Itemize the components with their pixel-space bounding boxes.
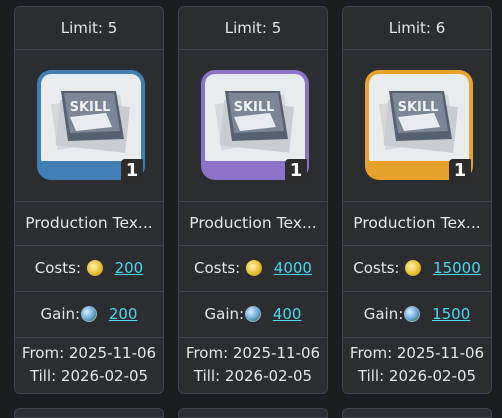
gain-link[interactable]: 200 xyxy=(109,305,138,323)
item-name: Production Tex... xyxy=(343,201,491,246)
from-date: From: 2025-11-06 xyxy=(185,344,321,362)
quantity-badge: 1 xyxy=(449,159,471,183)
offer-card[interactable]: Limit: 5 SKILL 1 Production Tex... Costs… xyxy=(14,6,164,394)
costs-label: Costs: xyxy=(194,259,241,277)
costs-row: Costs: 15000 xyxy=(343,245,491,292)
gain-label: Gain: xyxy=(40,305,81,323)
book-label: SKILL xyxy=(398,100,439,115)
dates: From: 2025-11-06 Till: 2026-02-05 xyxy=(15,337,163,393)
next-row-card-edge xyxy=(178,408,328,418)
quantity-badge: 1 xyxy=(285,159,307,183)
gain-row: Gain: 1500 xyxy=(343,291,491,338)
gold-coin-icon xyxy=(405,260,422,276)
gold-coin-icon xyxy=(86,260,103,276)
globe-icon xyxy=(81,306,98,322)
gain-link[interactable]: 400 xyxy=(273,305,302,323)
dates: From: 2025-11-06 Till: 2026-02-05 xyxy=(179,337,327,393)
item-image[interactable]: SKILL 1 xyxy=(343,49,491,202)
cost-link[interactable]: 200 xyxy=(115,259,144,277)
from-date: From: 2025-11-06 xyxy=(349,344,485,362)
costs-row: Costs: 4000 xyxy=(179,245,327,292)
globe-icon xyxy=(404,306,421,322)
costs-row: Costs: 200 xyxy=(15,245,163,292)
gain-row: Gain: 400 xyxy=(179,291,327,338)
dates: From: 2025-11-06 Till: 2026-02-05 xyxy=(343,337,491,393)
till-date: Till: 2026-02-05 xyxy=(29,367,149,385)
next-row-card-edge xyxy=(14,408,164,418)
gold-coin-icon xyxy=(246,260,263,276)
gain-row: Gain: 200 xyxy=(15,291,163,338)
book-label: SKILL xyxy=(234,100,275,115)
gain-label: Gain: xyxy=(363,305,404,323)
item-image[interactable]: SKILL 1 xyxy=(179,49,327,202)
gain-label: Gain: xyxy=(204,305,245,323)
globe-icon xyxy=(245,306,262,322)
limit-label: Limit: 6 xyxy=(343,7,491,50)
book-label: SKILL xyxy=(70,100,111,115)
next-row-card-edge xyxy=(342,408,492,418)
from-date: From: 2025-11-06 xyxy=(21,344,157,362)
item-image[interactable]: SKILL 1 xyxy=(15,49,163,202)
cost-link[interactable]: 15000 xyxy=(433,259,481,277)
item-name: Production Tex... xyxy=(179,201,327,246)
limit-label: Limit: 5 xyxy=(179,7,327,50)
item-name: Production Tex... xyxy=(15,201,163,246)
cost-link[interactable]: 4000 xyxy=(274,259,312,277)
till-date: Till: 2026-02-05 xyxy=(357,367,477,385)
offer-card[interactable]: Limit: 6 SKILL 1 Production Tex... Costs… xyxy=(342,6,492,394)
limit-label: Limit: 5 xyxy=(15,7,163,50)
costs-label: Costs: xyxy=(353,259,400,277)
offer-card[interactable]: Limit: 5 SKILL 1 Production Tex... Costs… xyxy=(178,6,328,394)
costs-label: Costs: xyxy=(34,259,81,277)
till-date: Till: 2026-02-05 xyxy=(193,367,313,385)
quantity-badge: 1 xyxy=(121,159,143,183)
gain-link[interactable]: 1500 xyxy=(432,305,470,323)
